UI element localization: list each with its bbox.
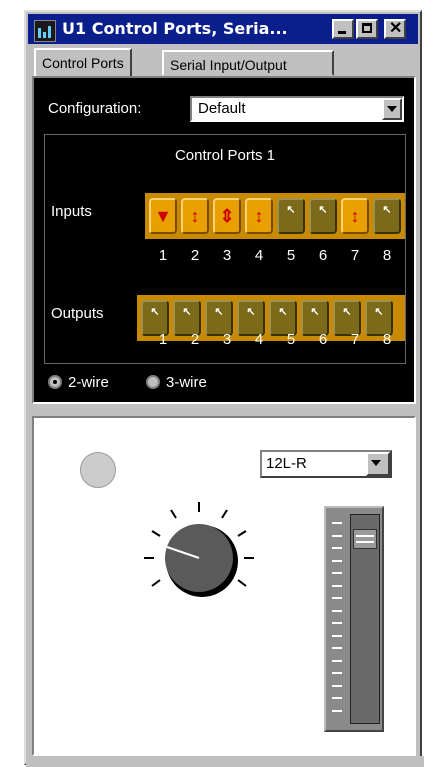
chevron-down-icon[interactable] [366,452,390,476]
control-ports-window: U1 Control Ports, Seria... ✕ Control Por… [24,10,424,767]
port-number: 7 [350,331,360,348]
port-number: 7 [350,247,360,264]
configuration-select[interactable]: Default [190,96,404,122]
off-icon: ↖ [278,306,288,318]
input-port-4[interactable]: ↕ [245,198,273,234]
port-number: 4 [254,247,264,264]
knob-control[interactable] [134,498,264,618]
fader-tick [332,584,342,587]
port-number: 6 [318,247,328,264]
port-number: 5 [286,331,296,348]
maximize-icon [362,23,372,33]
off-icon: ↖ [214,306,224,318]
fader-tick [332,597,342,599]
input-port-7[interactable]: ↕ [341,198,369,234]
close-button[interactable]: ✕ [384,19,406,39]
port-number: 4 [254,331,264,348]
off-icon: ↖ [246,306,256,318]
port-number: 1 [158,247,168,264]
maximize-button[interactable] [356,19,378,39]
fader-tick [332,547,342,549]
inputs-strip: ▼ ↕ ⇕ ↕ ↖ ↖ ↕ ↖ [145,193,405,239]
off-icon: ↖ [382,204,392,216]
port-number: 6 [318,331,328,348]
port-number: 2 [190,331,200,348]
triple-arrow-icon: ⇕ [219,206,235,226]
fader-tick [332,697,342,699]
off-icon: ↖ [318,204,328,216]
off-icon: ↖ [150,306,160,318]
input-port-8[interactable]: ↖ [373,198,401,234]
app-icon[interactable] [34,20,56,42]
radio-2-wire[interactable] [48,375,62,389]
wire-option-2[interactable]: 2-wire [48,374,109,391]
chevron-down-icon[interactable] [382,98,402,120]
fader-tick [332,647,342,649]
port-number: 3 [222,247,232,264]
fader-tick [332,559,342,562]
tab-control-ports[interactable]: Control Ports [34,48,132,78]
control-ports-panel: Configuration: Default Control Ports 1 I… [32,76,416,404]
up-down-arrow-icon: ↕ [190,206,200,226]
minimize-icon [338,31,346,34]
port-number: 8 [382,247,392,264]
control-ports-group: Control Ports 1 Inputs ▼ ↕ ⇕ ↕ ↖ ↖ ↕ ↖ 1 2 3 4 5 6 7 8… [44,134,406,364]
fader-thumb[interactable] [353,529,377,550]
off-icon: ↖ [374,306,384,318]
radio-3-wire-label: 3-wire [166,374,207,391]
title-bar[interactable]: U1 Control Ports, Seria... ✕ [28,14,418,44]
fader-tick [332,572,342,574]
port-number: 8 [382,331,392,348]
input-port-5[interactable]: ↖ [277,198,305,234]
port-number: 5 [286,247,296,264]
radio-2-wire-label: 2-wire [68,374,109,391]
configuration-label: Configuration: [48,100,142,117]
fader-tick [332,659,342,662]
fader-tick [332,609,342,612]
off-icon: ↖ [286,204,296,216]
configuration-value: Default [198,100,246,117]
input-port-2[interactable]: ↕ [181,198,209,234]
channel-value: 12L-R [266,455,307,472]
control-surface-panel: 12L-R [32,416,416,756]
input-port-3[interactable]: ⇕ [213,198,241,234]
fader-tick [332,622,342,624]
fader-tick [332,522,342,524]
port-number: 1 [158,331,168,348]
minimize-button[interactable] [332,19,354,39]
off-icon: ↖ [182,306,192,318]
fader-tick [332,534,342,537]
port-number: 3 [222,331,232,348]
outputs-label: Outputs [51,305,104,322]
up-down-arrow-icon: ↕ [350,206,360,226]
channel-select[interactable]: 12L-R [260,450,392,478]
window-title: U1 Control Ports, Seria... [62,19,288,38]
wire-option-3[interactable]: 3-wire [146,374,207,391]
radio-3-wire[interactable] [146,375,160,389]
bell-arrow-icon: ▼ [154,206,172,226]
inputs-label: Inputs [51,203,92,220]
input-port-6[interactable]: ↖ [309,198,337,234]
off-icon: ↖ [342,306,352,318]
ports-title: Control Ports 1 [174,147,276,164]
status-led [80,452,116,488]
fader-tick [332,672,342,674]
fader-tick [332,709,342,712]
level-fader[interactable] [324,506,384,732]
close-icon: ✕ [389,20,403,37]
port-number: 2 [190,247,200,264]
fader-tick [332,634,342,637]
fader-tick [332,684,342,687]
tab-serial-input-output[interactable]: Serial Input/Output [162,50,334,76]
input-port-1[interactable]: ▼ [149,198,177,234]
up-down-arrow-icon: ↕ [254,206,264,226]
window-bottom-edge [26,756,424,767]
off-icon: ↖ [310,306,320,318]
